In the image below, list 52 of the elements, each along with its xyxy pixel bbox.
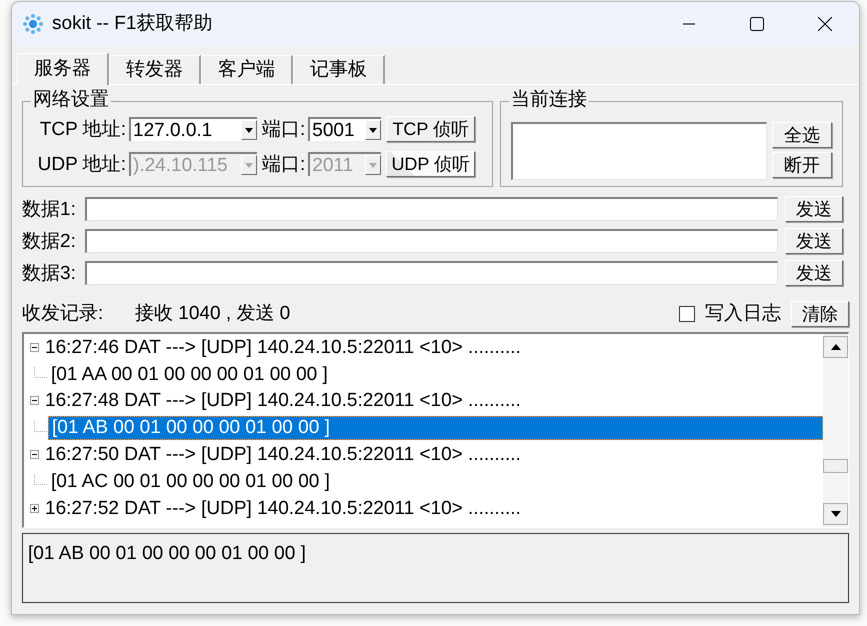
group-title: 网络设置 — [31, 90, 111, 109]
combo-box[interactable]: 127.0.0.1 — [129, 117, 257, 141]
minus-box-icon[interactable] — [30, 396, 39, 406]
address-label: TCP 地址: — [38, 120, 126, 138]
tree-item[interactable]: 16:27:50 DAT ---> [UDP] 140.24.10.5:22011 <10> .......... — [45, 445, 521, 464]
push-button[interactable]: TCP 侦听 — [386, 116, 476, 142]
tab[interactable]: 转发器 — [109, 55, 201, 84]
tree-item[interactable]: [01 AA 00 01 00 00 00 01 00 00 ] — [48, 362, 328, 386]
record-label: 收发记录: — [22, 302, 104, 326]
tab[interactable]: 记事板 — [293, 55, 385, 84]
scrollbar[interactable] — [823, 334, 848, 527]
record-counts: 接收 1040 , 发送 0 — [135, 302, 290, 326]
tree-item[interactable]: 16:27:48 DAT ---> [UDP] 140.24.10.5:22011 <10> .......... — [45, 391, 521, 410]
group-title: 当前连接 — [509, 90, 589, 109]
dots-logo-icon — [22, 13, 44, 35]
minus-box-icon[interactable] — [30, 450, 39, 460]
push-button[interactable]: 断开 — [772, 152, 832, 178]
plus-box-icon[interactable] — [30, 504, 39, 513]
push-button[interactable]: 发送 — [785, 196, 843, 222]
push-button[interactable]: 发送 — [785, 260, 843, 286]
data-label: 数据1: — [22, 200, 77, 218]
data-label: 数据3: — [22, 264, 77, 282]
push-button[interactable]: 全选 — [772, 122, 832, 148]
address-label: UDP 地址: — [36, 154, 126, 174]
combo-box[interactable]: 5001 — [308, 117, 382, 141]
maximize-icon — [750, 17, 764, 31]
minimize-icon — [683, 23, 695, 25]
port-label: 端口: — [262, 120, 306, 138]
scroll-up-icon[interactable] — [823, 336, 848, 358]
scroll-down-icon[interactable] — [823, 503, 848, 525]
detail-text: [01 AB 00 01 00 00 00 01 00 00 ] — [28, 543, 306, 564]
minus-box-icon[interactable] — [30, 342, 39, 352]
window-title: sokit -- F1获取帮助 — [52, 12, 212, 36]
tree-item[interactable]: 16:27:46 DAT ---> [UDP] 140.24.10.5:22011 <10> .......... — [45, 338, 521, 357]
port-label: 端口: — [262, 154, 306, 174]
data-label: 数据2: — [22, 232, 77, 250]
tab[interactable]: 客户端 — [201, 55, 293, 84]
input-field[interactable] — [85, 229, 778, 253]
input-field[interactable] — [511, 122, 767, 180]
tab[interactable]: 服务器 — [17, 53, 109, 85]
scroll-thumb[interactable] — [823, 459, 848, 473]
tree-item[interactable]: 16:27:52 DAT ---> [UDP] 140.24.10.5:22011 <10> .......... — [45, 498, 521, 518]
close-icon — [818, 17, 832, 31]
checkbox-label: 写入日志 — [705, 302, 781, 326]
tree-item[interactable]: [01 AB 00 01 00 00 00 01 00 00 ] — [48, 416, 823, 440]
push-button[interactable]: 发送 — [785, 228, 843, 254]
input-field[interactable] — [85, 261, 778, 285]
tree-item[interactable]: [01 AC 00 01 00 00 00 01 00 00 ] — [48, 469, 330, 494]
input-field[interactable] — [85, 197, 778, 221]
checkbox[interactable] — [679, 306, 695, 322]
tree-connector-icon — [34, 420, 48, 435]
push-button[interactable]: 清除 — [791, 301, 849, 327]
